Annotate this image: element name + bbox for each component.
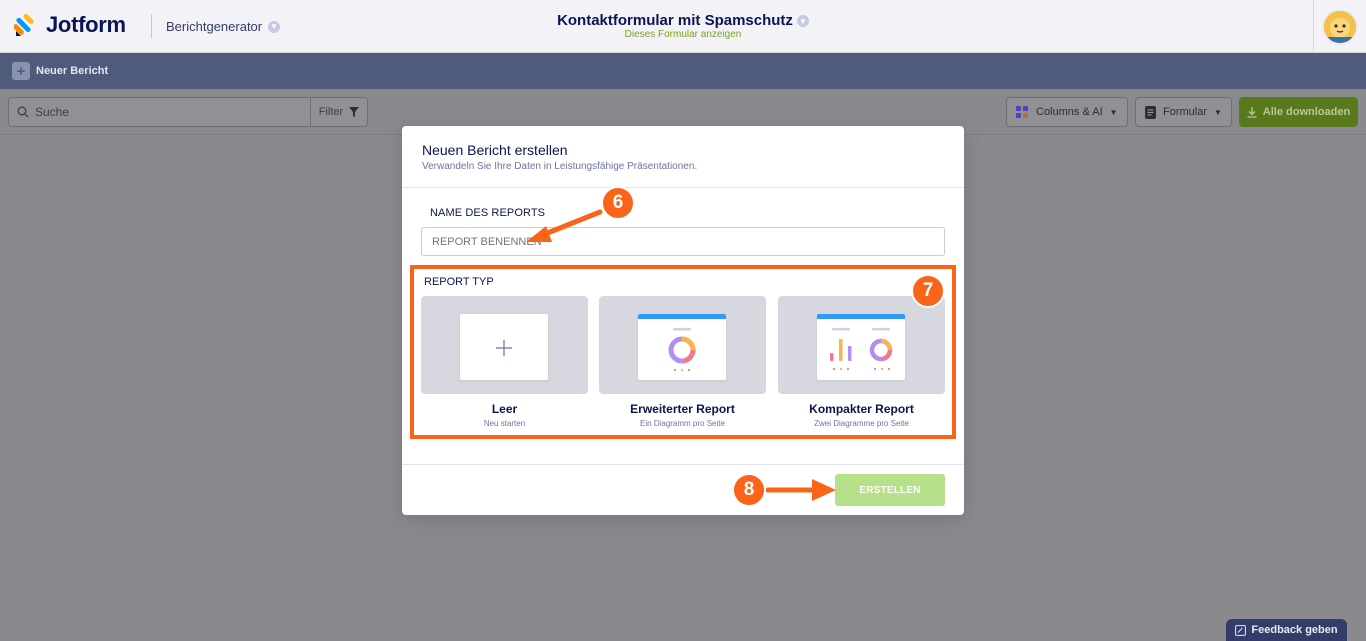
step-badge-7: 7	[911, 274, 945, 308]
step-badge-6: 6	[601, 186, 635, 220]
feedback-icon	[1235, 624, 1247, 636]
arrow-8-head	[812, 479, 836, 501]
feedback-label: Feedback geben	[1251, 624, 1338, 636]
feedback-button[interactable]: Feedback geben	[1226, 619, 1347, 641]
step-badge-8: 8	[732, 473, 766, 507]
arrow-6-head	[526, 226, 552, 242]
annotation-arrows	[526, 209, 836, 501]
arrow-6-line	[537, 209, 603, 239]
